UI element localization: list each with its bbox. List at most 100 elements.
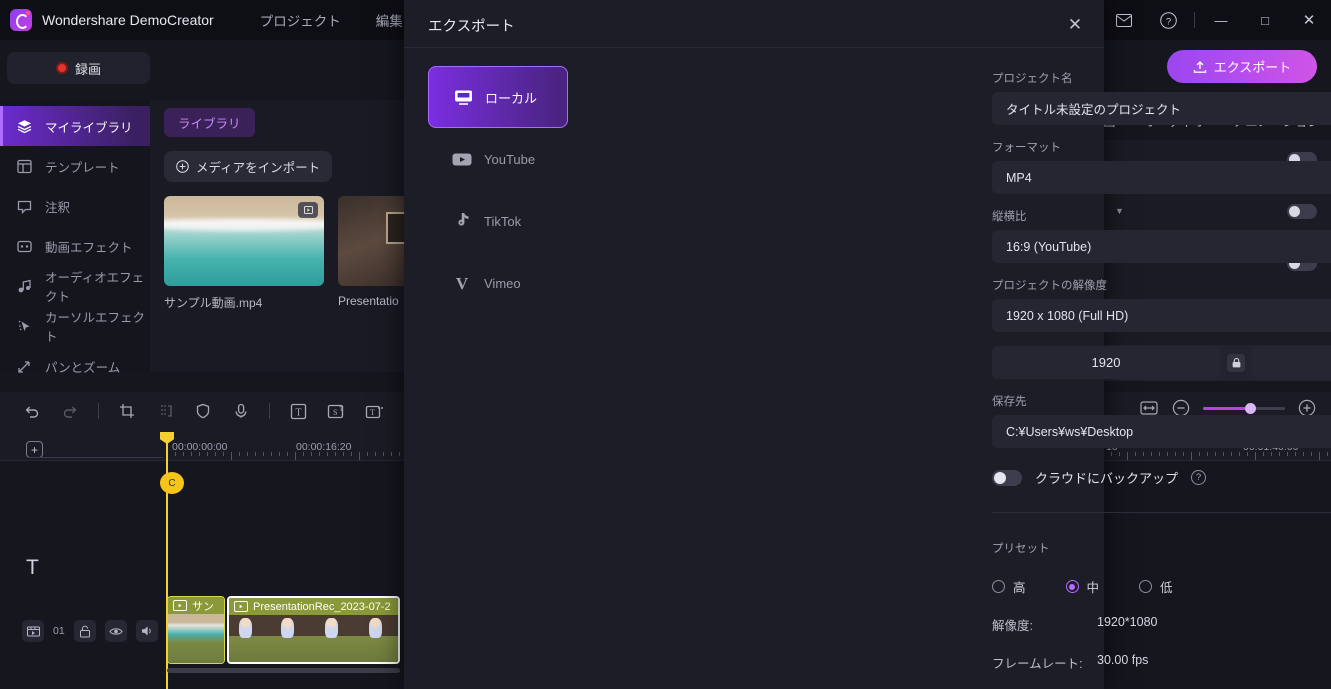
- project-name-input[interactable]: タイトル未設定のプロジェクト: [992, 92, 1331, 125]
- preset-radio-group: 高 中 低: [992, 577, 1331, 596]
- shield-icon[interactable]: [193, 401, 213, 421]
- svg-text:T: T: [339, 405, 344, 413]
- ruler-tick: [247, 452, 248, 456]
- subtitle-icon[interactable]: ST: [326, 401, 346, 421]
- record-button[interactable]: 録画: [7, 52, 150, 84]
- resolution-select[interactable]: 1920 x 1080 (Full HD) ⌄: [992, 299, 1331, 332]
- track-visibility-button[interactable]: [104, 620, 127, 642]
- preset-option-high[interactable]: 高: [992, 577, 1026, 596]
- sidebar-item-annotation[interactable]: 注釈: [0, 186, 150, 226]
- format-label: フォーマット: [992, 142, 1061, 154]
- ruler-tick: [351, 452, 352, 456]
- dialog-title: エクスポート: [428, 19, 515, 35]
- ruler-baseline: [28, 457, 163, 458]
- ruler-tick: [255, 452, 256, 456]
- field-save-location: 保存先 C:¥Users¥ws¥Desktop: [992, 393, 1331, 448]
- track-mute-button[interactable]: [135, 620, 158, 642]
- format-select[interactable]: MP4 ⌄: [992, 161, 1331, 194]
- radio-icon: [992, 580, 1005, 593]
- height-input[interactable]: 1080: [1252, 346, 1331, 379]
- media-name: サンプル動画.mp4: [164, 296, 263, 310]
- sidebar-label: パンとズーム: [45, 360, 121, 375]
- save-label: 保存先: [992, 396, 1027, 408]
- clip-type-icon: [234, 601, 248, 612]
- ruler-tick: [335, 452, 336, 456]
- sidebar-label: マイライブラリ: [45, 120, 133, 135]
- ruler-tick: [175, 452, 176, 456]
- crop-icon[interactable]: [117, 401, 137, 421]
- sidebar-item-pan-zoom[interactable]: パンとズーム: [0, 346, 150, 386]
- svg-text:T: T: [370, 408, 375, 417]
- menu-item-edit[interactable]: 編集: [376, 10, 403, 30]
- dialog-tab-vimeo[interactable]: V Vimeo: [428, 252, 568, 314]
- radio-icon: [1139, 580, 1153, 593]
- width-input[interactable]: 1920: [992, 346, 1220, 379]
- track-lock-button[interactable]: [73, 620, 96, 642]
- app-title: Wondershare DemoCreator: [42, 12, 214, 28]
- undo-icon[interactable]: [22, 401, 42, 421]
- section-divider: [992, 512, 1331, 513]
- dialog-tab-youtube[interactable]: YouTube: [428, 128, 568, 190]
- cloud-backup-toggle[interactable]: [992, 469, 1022, 486]
- sidebar-item-my-library[interactable]: マイライブラリ: [0, 106, 150, 146]
- timeline-clip[interactable]: PresentationRec_2023-07-2: [227, 596, 400, 664]
- sidebar-item-cursor-effect[interactable]: カーソルエフェクト: [0, 306, 150, 346]
- format-value: MP4: [1006, 170, 1032, 185]
- sidebar-label: 動画エフェクト: [45, 240, 133, 255]
- project-name-label: プロジェクト名: [992, 73, 1073, 85]
- help-icon[interactable]: ?: [1191, 470, 1207, 485]
- resolution-label: プロジェクトの解像度: [992, 280, 1107, 292]
- tab-library[interactable]: ライブラリ: [164, 108, 255, 137]
- lock-icon[interactable]: [1227, 353, 1245, 372]
- import-media-button[interactable]: メディアをインポート: [164, 151, 333, 182]
- dialog-tab-tiktok[interactable]: TikTok: [428, 190, 568, 252]
- redo-icon[interactable]: [60, 401, 80, 421]
- plus-circle-icon: [176, 160, 189, 173]
- microphone-icon[interactable]: [231, 401, 251, 421]
- playhead-badge: C: [160, 472, 184, 494]
- sidebar-item-video-effect[interactable]: 動画エフェクト: [0, 226, 150, 266]
- timeline-clip[interactable]: サン: [167, 596, 225, 664]
- ruler-tick: [239, 452, 240, 456]
- svg-text:S: S: [333, 408, 337, 417]
- save-path-input[interactable]: C:¥Users¥ws¥Desktop: [992, 415, 1331, 448]
- timeline-scrollbar[interactable]: [167, 668, 400, 673]
- dimension-row: 1920 1080: [992, 346, 1331, 379]
- record-dot-icon: [55, 62, 68, 74]
- cloud-backup-label: クラウドにバックアップ: [1035, 471, 1179, 486]
- ruler-tick: [183, 452, 184, 456]
- ruler-tick: [399, 452, 400, 456]
- ruler-tick: [327, 452, 328, 456]
- toolbar-divider: [98, 403, 99, 419]
- aspect-select[interactable]: 16:9 (YouTube) ⌄: [992, 230, 1331, 263]
- info-value: 30.00 fps: [1097, 653, 1149, 667]
- preset-option-medium[interactable]: 中: [1065, 577, 1099, 596]
- media-thumbnail[interactable]: [164, 196, 324, 286]
- ruler-tick: [367, 452, 368, 456]
- library-panel: ライブラリ メディアをインポート サンプル動画.mp4 Presentatio: [150, 100, 498, 372]
- ruler-tick: [303, 452, 304, 456]
- sidebar-item-template[interactable]: テンプレート: [0, 146, 150, 186]
- clip-name: PresentationRec_2023-07-2: [253, 600, 391, 613]
- menu-item-project[interactable]: プロジェクト: [260, 10, 341, 30]
- split-icon[interactable]: [155, 401, 175, 421]
- ruler-tick: [279, 452, 280, 456]
- pan-zoom-icon: [16, 358, 33, 375]
- clip-thumbnail: [168, 614, 224, 663]
- sidebar-item-audio-effect[interactable]: オーディオエフェクト: [0, 266, 150, 306]
- dialog-tab-local[interactable]: ローカル: [428, 66, 568, 128]
- preset-option-low[interactable]: 低: [1139, 577, 1173, 596]
- app-logo-icon: [10, 9, 32, 31]
- resolution-value: 1920 x 1080 (Full HD): [1006, 308, 1129, 323]
- svg-text:V: V: [456, 274, 469, 292]
- annotation-icon: [16, 198, 33, 215]
- ruler-tick: [343, 452, 344, 456]
- app-root: Wondershare DemoCreator プロジェクト 編集 プ ? — …: [0, 0, 1331, 689]
- add-track-button[interactable]: +: [26, 441, 43, 458]
- layers-icon: [16, 118, 33, 135]
- caption-icon[interactable]: T: [364, 401, 384, 421]
- text-icon[interactable]: T: [288, 401, 308, 421]
- preset-option-label: 低: [1160, 581, 1173, 595]
- media-item[interactable]: サンプル動画.mp4: [164, 196, 324, 311]
- ruler-tick: [383, 452, 384, 456]
